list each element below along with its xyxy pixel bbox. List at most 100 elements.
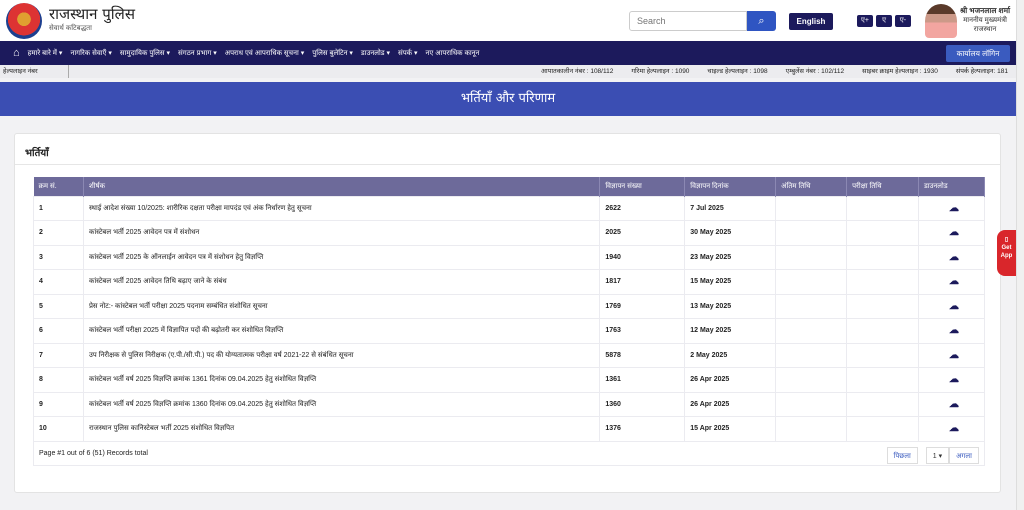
- cloud-download-icon[interactable]: ☁: [949, 227, 959, 238]
- helpline-cyber[interactable]: साइबर क्राइम हेल्पलाइन : 1930: [862, 65, 938, 78]
- serial-cell: 5: [33, 293, 84, 319]
- ad-number-cell: 1763: [599, 318, 686, 344]
- table-row: 2 कांस्टेबल भर्ती 2025 आवेदन पत्र में संश…: [33, 220, 985, 246]
- nav-community-police[interactable]: सामुदायिक पुलिस ▾: [120, 49, 170, 58]
- title-cell[interactable]: राजस्थान पुलिस कानिस्टेबल भर्ती 2025 संश…: [82, 416, 601, 442]
- title-cell[interactable]: प्रेस नोट:- कांस्टेबल भर्ती परीक्षा 2025…: [82, 293, 601, 319]
- title-cell[interactable]: कांस्टेबल भर्ती वर्ष 2025 विज्ञप्ति क्रम…: [82, 391, 601, 417]
- serial-cell: 10: [33, 416, 84, 442]
- serial-cell: 9: [33, 391, 84, 417]
- title-cell[interactable]: कांस्टेबल भर्ती 2025 के ऑनलाईन आवेदन पत्…: [82, 244, 601, 270]
- cloud-download-icon[interactable]: ☁: [949, 399, 959, 410]
- nav-about[interactable]: हमारे बारे में ▾: [28, 49, 63, 58]
- cloud-download-icon[interactable]: ☁: [949, 350, 959, 361]
- search-button[interactable]: ⌕: [747, 11, 776, 31]
- cloud-download-icon[interactable]: ☁: [949, 374, 959, 385]
- get-app-button[interactable]: ▯ Get App: [997, 230, 1016, 276]
- brand-name[interactable]: राजस्थान पुलिस: [49, 4, 135, 24]
- table-row: 3 कांस्टेबल भर्ती 2025 के ऑनलाईन आवेदन पत…: [33, 244, 985, 270]
- ad-date-cell: 7 Jul 2025: [684, 195, 777, 221]
- font-decrease-button[interactable]: ए-: [895, 15, 911, 27]
- last-date-cell: [775, 244, 848, 270]
- title-cell[interactable]: उप निरीक्षक से पुलिस निरीक्षक (ए.पी./सी.…: [82, 342, 601, 368]
- brand-tagline: सेवार्थ कटिबद्धता: [49, 25, 92, 32]
- site-header: राजस्थान पुलिस सेवार्थ कटिबद्धता ⌕ Engli…: [0, 0, 1016, 41]
- table-row: 5 प्रेस नोट:- कांस्टेबल भर्ती परीक्षा 202…: [33, 293, 985, 319]
- nav-new-criminal-laws[interactable]: नए आपराधिक कानून: [426, 49, 480, 58]
- exam-date-cell: [846, 195, 919, 221]
- nav-download[interactable]: डाउनलोड ▾: [361, 49, 390, 58]
- nav-police-bulletin[interactable]: पुलिस बुलेटिन ▾: [312, 49, 353, 58]
- ad-date-cell: 30 May 2025: [684, 220, 777, 246]
- ad-number-cell: 2622: [599, 195, 686, 221]
- table-row: 6 कांस्टेबल भर्ती परीक्षा 2025 में विज्ञा…: [33, 318, 985, 344]
- serial-cell: 7: [33, 342, 84, 368]
- title-cell[interactable]: कांस्टेबल भर्ती परीक्षा 2025 में विज्ञाप…: [82, 318, 601, 344]
- card-title: भर्तियाँ: [25, 148, 49, 159]
- download-cell: ☁: [918, 391, 985, 417]
- prev-page-button[interactable]: पिछला: [886, 447, 918, 464]
- download-cell: ☁: [918, 293, 985, 319]
- title-cell[interactable]: कांस्टेबल भर्ती वर्ष 2025 विज्ञप्ति क्रम…: [82, 367, 601, 393]
- column-header: विज्ञापन दिनांक: [684, 177, 777, 196]
- nav-crime-info[interactable]: अपराध एवं आपराधिक सूचना ▾: [225, 49, 305, 58]
- next-page-button[interactable]: अगला: [949, 447, 979, 464]
- ad-date-cell: 15 Apr 2025: [684, 416, 777, 442]
- page-info: Page #1 out of 6 (51) Records total: [33, 440, 985, 466]
- search-input[interactable]: [629, 11, 747, 31]
- font-normal-button[interactable]: ए: [876, 15, 892, 27]
- ad-number-cell: 1360: [599, 391, 686, 417]
- nav-contact[interactable]: संपर्क ▾: [398, 49, 418, 58]
- exam-date-cell: [846, 342, 919, 368]
- cm-name: श्री भजनलाल शर्मा: [959, 6, 1011, 15]
- cloud-download-icon[interactable]: ☁: [949, 252, 959, 263]
- divider: [15, 164, 1000, 165]
- last-date-cell: [775, 391, 848, 417]
- title-cell[interactable]: कांस्टेबल भर्ती 2025 आवेदन पत्र में संशो…: [82, 220, 601, 246]
- table-row: 1 स्थाई आदेश संख्या 10/2025: शारीरिक दक्ष…: [33, 195, 985, 221]
- rajasthan-police-logo[interactable]: [6, 3, 42, 39]
- home-icon[interactable]: ⌂: [13, 47, 20, 59]
- cloud-download-icon[interactable]: ☁: [949, 301, 959, 312]
- exam-date-cell: [846, 293, 919, 319]
- title-cell[interactable]: स्थाई आदेश संख्या 10/2025: शारीरिक दक्षत…: [82, 195, 601, 221]
- page-select[interactable]: 1 ▾: [925, 447, 950, 464]
- search-icon: ⌕: [758, 15, 765, 27]
- helpline-child[interactable]: चाइल्ड हेल्पलाइन : 1098: [707, 65, 767, 78]
- helpline-garima[interactable]: गरिमा हेल्पलाइन : 1090: [631, 65, 689, 78]
- helpline-ambulance[interactable]: एम्बुलेंस नंबर : 102/112: [786, 65, 844, 78]
- language-button[interactable]: English: [789, 13, 833, 30]
- ad-number-cell: 1361: [599, 367, 686, 393]
- cloud-download-icon[interactable]: ☁: [949, 276, 959, 287]
- serial-cell: 4: [33, 269, 84, 295]
- last-date-cell: [775, 269, 848, 295]
- download-cell: ☁: [918, 269, 985, 295]
- nav-citizen-services[interactable]: नागरिक सेवाएँ ▾: [70, 49, 111, 58]
- page-scrollbar[interactable]: [1016, 0, 1024, 510]
- serial-cell: 8: [33, 367, 84, 393]
- ad-date-cell: 12 May 2025: [684, 318, 777, 344]
- helpline-emergency[interactable]: आपातकालीन नंबर : 108/112: [541, 65, 613, 78]
- font-increase-button[interactable]: ए+: [857, 15, 873, 27]
- cloud-download-icon[interactable]: ☁: [949, 203, 959, 214]
- column-header: शीर्षक: [83, 177, 601, 196]
- serial-cell: 3: [33, 244, 84, 270]
- title-cell[interactable]: कांस्टेबल भर्ती 2025 आवेदन तिथि बढ़ाए जा…: [82, 269, 601, 295]
- cloud-download-icon[interactable]: ☁: [949, 423, 959, 434]
- table-row: 7 उप निरीक्षक से पुलिस निरीक्षक (ए.पी./सी…: [33, 342, 985, 368]
- cm-title: माननीय मुख्यमंत्री: [963, 17, 1007, 24]
- download-cell: ☁: [918, 318, 985, 344]
- ad-date-cell: 2 May 2025: [684, 342, 777, 368]
- office-login-button[interactable]: कार्यालय लॉगिन: [946, 45, 1010, 62]
- last-date-cell: [775, 220, 848, 246]
- serial-cell: 1: [33, 195, 84, 221]
- helpline-contact[interactable]: संपर्क हेल्पलाइन: 181: [956, 65, 1008, 78]
- download-cell: ☁: [918, 342, 985, 368]
- download-cell: ☁: [918, 220, 985, 246]
- chief-minister-info: श्री भजनलाल शर्मा माननीय मुख्यमंत्री राज…: [958, 6, 1012, 34]
- nav-organization[interactable]: संगठन प्रभाग ▾: [178, 49, 217, 58]
- cloud-download-icon[interactable]: ☁: [949, 325, 959, 336]
- exam-date-cell: [846, 269, 919, 295]
- ad-number-cell: 1817: [599, 269, 686, 295]
- column-header: अंतिम तिथि: [775, 177, 848, 196]
